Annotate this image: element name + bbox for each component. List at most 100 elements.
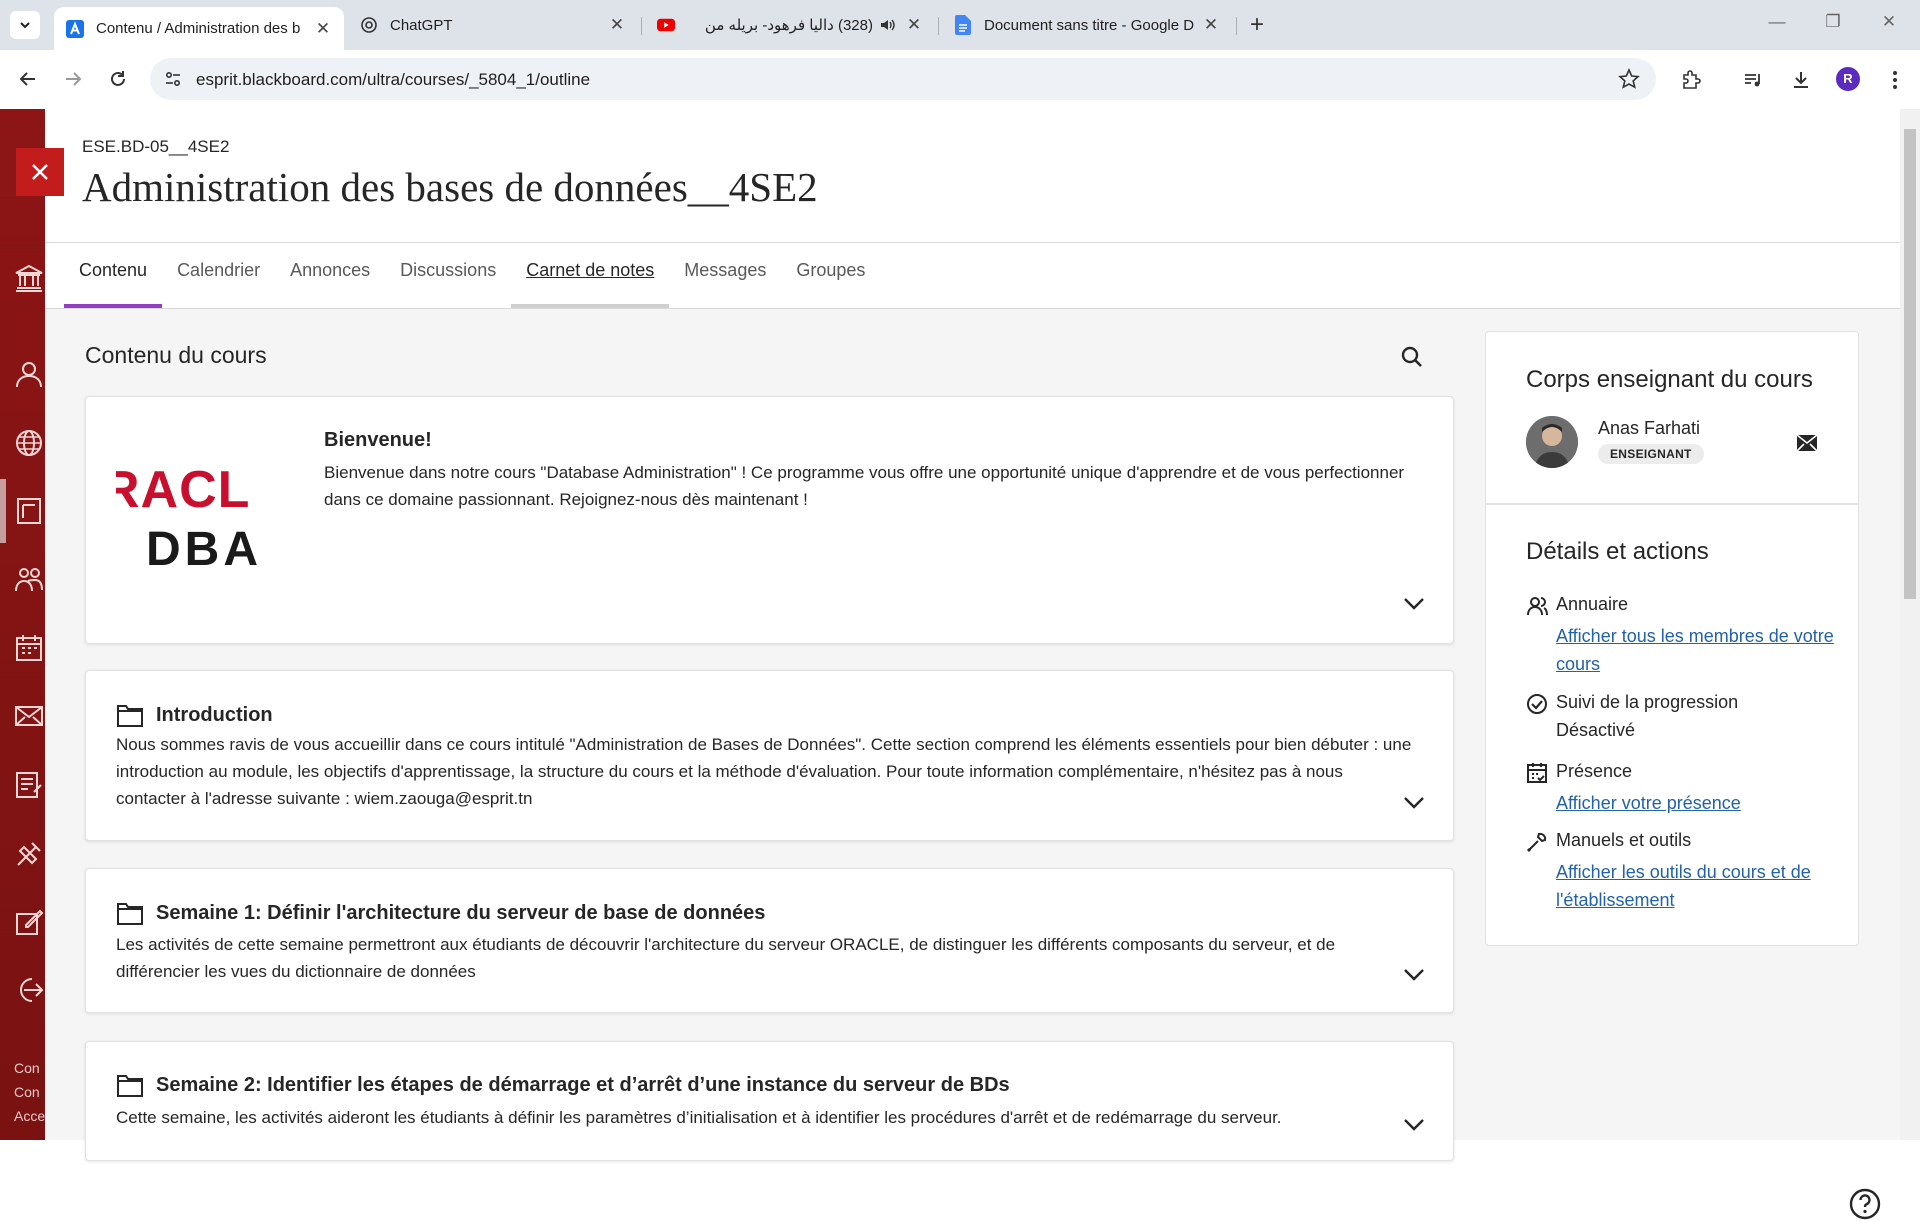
attendance-icon bbox=[1526, 762, 1548, 784]
page-scrollbar[interactable] bbox=[1900, 109, 1920, 1140]
profile-avatar[interactable]: R bbox=[1836, 67, 1860, 91]
help-button[interactable] bbox=[1848, 1187, 1882, 1221]
welcome-card[interactable]: RACL DBA Bienvenue! Bienvenue dans notre… bbox=[85, 396, 1454, 644]
folder-card[interactable]: Introduction Nous sommes ravis de vous a… bbox=[85, 670, 1454, 841]
close-icon[interactable]: ✕ bbox=[905, 15, 923, 35]
reload-button[interactable] bbox=[104, 65, 132, 93]
envelope-icon bbox=[1796, 434, 1818, 452]
rail-tools[interactable] bbox=[12, 837, 46, 871]
expand-chevron[interactable] bbox=[1403, 1118, 1425, 1132]
rail-footer-link[interactable]: Con bbox=[14, 1084, 40, 1100]
rail-profile[interactable] bbox=[12, 357, 46, 391]
chevron-down-icon bbox=[1404, 969, 1424, 981]
chevron-down-icon bbox=[20, 22, 30, 29]
instructors-title: Corps enseignant du cours bbox=[1526, 366, 1813, 393]
blackboard-icon bbox=[66, 19, 84, 38]
media-controls-button[interactable] bbox=[1740, 67, 1766, 93]
chevron-down-icon bbox=[1404, 598, 1424, 610]
view-members-link[interactable]: Afficher tous les membres de votre cours bbox=[1556, 622, 1836, 678]
new-tab-button[interactable]: + bbox=[1244, 12, 1270, 38]
youtube-icon bbox=[657, 16, 675, 34]
tab-separator bbox=[938, 17, 939, 35]
downloads-button[interactable] bbox=[1788, 67, 1814, 93]
google-docs-icon bbox=[954, 15, 972, 35]
folder-icon bbox=[117, 703, 143, 727]
rail-grades[interactable] bbox=[12, 768, 46, 802]
message-instructor-button[interactable] bbox=[1796, 434, 1820, 454]
close-course-button[interactable] bbox=[16, 148, 64, 196]
globe-icon bbox=[16, 430, 42, 456]
arrow-right-icon bbox=[66, 72, 82, 86]
chevron-down-icon bbox=[1404, 797, 1424, 809]
site-info-icon[interactable] bbox=[164, 70, 182, 88]
expand-chevron[interactable] bbox=[1403, 968, 1425, 982]
close-icon[interactable]: ✕ bbox=[1202, 15, 1220, 35]
expand-chevron[interactable] bbox=[1403, 597, 1425, 611]
folder-title[interactable]: Semaine 2: Identifier les étapes de déma… bbox=[156, 1074, 1010, 1097]
browser-menu-button[interactable] bbox=[1882, 67, 1908, 93]
browser-tab-blackboard[interactable]: Contenu / Administration des b ✕ bbox=[54, 7, 344, 50]
chevron-down-icon bbox=[1404, 1119, 1424, 1131]
sign-out-icon bbox=[20, 978, 44, 1002]
folder-card[interactable]: Semaine 2: Identifier les étapes de déma… bbox=[85, 1041, 1454, 1161]
rail-messages[interactable] bbox=[12, 699, 46, 733]
help-icon bbox=[1849, 1188, 1881, 1220]
close-icon[interactable]: ✕ bbox=[314, 19, 332, 39]
folder-description: Cette semaine, les activités aideront le… bbox=[116, 1108, 1282, 1127]
grades-icon bbox=[16, 772, 42, 798]
tab-messages[interactable]: Messages bbox=[669, 243, 781, 308]
reload-icon bbox=[111, 71, 125, 86]
rail-footer-link[interactable]: Con bbox=[14, 1060, 40, 1076]
tab-carnet-de-notes[interactable]: Carnet de notes bbox=[511, 243, 670, 308]
course-code: ESE.BD-05__4SE2 bbox=[82, 137, 230, 156]
rail-organizations[interactable] bbox=[12, 562, 46, 596]
window-close-button[interactable]: ✕ bbox=[1874, 12, 1904, 32]
close-icon bbox=[32, 164, 48, 180]
avatar[interactable] bbox=[1526, 416, 1578, 468]
wrench-pencil-icon bbox=[17, 842, 41, 866]
rail-edit[interactable] bbox=[12, 905, 46, 939]
restore-button[interactable]: ❐ bbox=[1818, 12, 1848, 32]
speaker-icon[interactable] bbox=[879, 16, 897, 34]
progress-check-icon bbox=[1526, 693, 1548, 715]
folder-title[interactable]: Introduction bbox=[156, 704, 273, 727]
browser-tab-youtube[interactable]: (328) داليا فرهود- بريله من ✕ bbox=[645, 7, 935, 43]
rail-footer-link[interactable]: Acce bbox=[14, 1108, 45, 1124]
tab-annonces[interactable]: Annonces bbox=[275, 243, 385, 308]
folder-card[interactable]: Semaine 1: Définir l'architecture du ser… bbox=[85, 868, 1454, 1013]
forward-button[interactable] bbox=[59, 65, 87, 93]
scrollbar-thumb[interactable] bbox=[1904, 129, 1916, 599]
view-attendance-link[interactable]: Afficher votre présence bbox=[1556, 789, 1836, 817]
rail-activity[interactable] bbox=[12, 426, 46, 460]
browser-tab-chatgpt[interactable]: ChatGPT ✕ bbox=[348, 7, 638, 43]
bookmark-star-icon[interactable] bbox=[1618, 68, 1640, 90]
card-title[interactable]: Bienvenue! bbox=[324, 429, 432, 452]
expand-chevron[interactable] bbox=[1403, 796, 1425, 810]
browser-tab-google-docs[interactable]: Document sans titre - Google D ✕ bbox=[942, 7, 1232, 43]
rail-institution[interactable] bbox=[12, 261, 46, 295]
kebab-menu-icon bbox=[1893, 71, 1897, 89]
tab-discussions[interactable]: Discussions bbox=[385, 243, 511, 308]
search-content-button[interactable] bbox=[1398, 343, 1426, 371]
address-bar[interactable]: esprit.blackboard.com/ultra/courses/_580… bbox=[150, 58, 1656, 100]
close-icon[interactable]: ✕ bbox=[608, 15, 626, 35]
oracle-dba-logo: RACL DBA bbox=[116, 457, 306, 577]
card-description: Bienvenue dans notre cours "Database Adm… bbox=[324, 463, 1405, 509]
tab-search-button[interactable] bbox=[10, 11, 40, 39]
extensions-button[interactable] bbox=[1678, 67, 1704, 93]
rail-calendar[interactable] bbox=[12, 631, 46, 665]
rail-courses[interactable] bbox=[12, 494, 46, 528]
view-tools-link[interactable]: Afficher les outils du cours et de l'éta… bbox=[1556, 858, 1836, 914]
folder-title[interactable]: Semaine 1: Définir l'architecture du ser… bbox=[156, 902, 765, 925]
url-text[interactable]: esprit.blackboard.com/ultra/courses/_580… bbox=[196, 70, 590, 90]
back-button[interactable] bbox=[14, 65, 42, 93]
tab-title: (328) داليا فرهود- بريله من bbox=[704, 17, 873, 34]
instructor-name[interactable]: Anas Farhati bbox=[1598, 418, 1700, 439]
course-title: Administration des bases de données__4SE… bbox=[82, 164, 818, 210]
tab-calendrier[interactable]: Calendrier bbox=[162, 243, 275, 308]
rail-sign-out[interactable] bbox=[12, 973, 46, 1007]
minimize-button[interactable]: — bbox=[1762, 12, 1792, 32]
logo-text-bottom: DBA bbox=[146, 523, 262, 576]
tab-contenu[interactable]: Contenu bbox=[64, 243, 163, 308]
tab-groupes[interactable]: Groupes bbox=[781, 243, 880, 308]
